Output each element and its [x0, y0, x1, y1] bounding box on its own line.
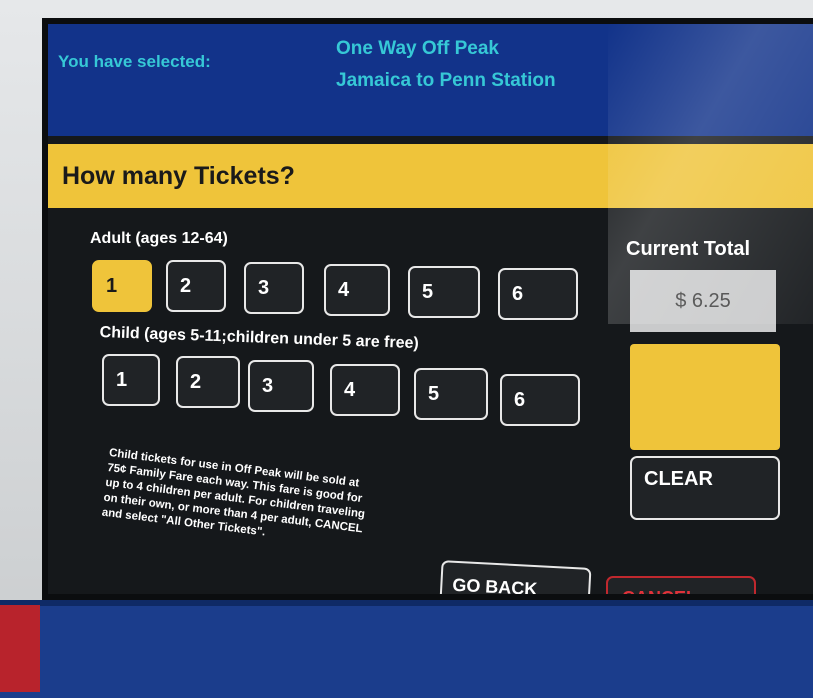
cancel-button[interactable]: CANCEL	[606, 576, 756, 594]
go-back-button[interactable]: GO BACK	[438, 560, 592, 594]
adult-qty-4-button[interactable]: 4	[324, 264, 390, 316]
route: Jamaica to Penn Station	[336, 70, 556, 91]
child-qty-5-button[interactable]: 5	[414, 368, 488, 420]
confirm-area[interactable]	[630, 344, 780, 450]
adult-qty-3-button[interactable]: 3	[244, 262, 304, 314]
kiosk-base-accent	[0, 605, 40, 692]
current-total-label: Current Total	[626, 238, 751, 260]
kiosk-base	[0, 600, 813, 698]
child-qty-2-button[interactable]: 2	[176, 356, 240, 408]
child-qty-3-button[interactable]: 3	[248, 360, 314, 412]
current-total-value: $ 6.25	[630, 270, 776, 332]
fare-type: One Way Off Peak	[336, 38, 499, 59]
child-label: Child (ages 5-11;children under 5 are fr…	[99, 324, 420, 353]
kiosk-screen: You have selected: One Way Off Peak Jama…	[42, 18, 813, 600]
selected-label: You have selected:	[58, 52, 211, 71]
question-bar: How many Tickets?	[48, 144, 813, 208]
child-qty-1-button[interactable]: 1	[102, 354, 160, 406]
adult-qty-6-button[interactable]: 6	[498, 268, 578, 320]
adult-qty-2-button[interactable]: 2	[166, 260, 226, 312]
question-title: How many Tickets?	[62, 162, 295, 190]
child-qty-6-button[interactable]: 6	[500, 374, 580, 426]
selection-header: You have selected: One Way Off Peak Jama…	[48, 24, 813, 136]
adult-qty-1-button[interactable]: 1	[92, 260, 152, 312]
adult-label: Adult (ages 12-64)	[90, 230, 228, 247]
adult-qty-5-button[interactable]: 5	[408, 266, 480, 318]
clear-button[interactable]: CLEAR	[630, 456, 780, 520]
child-qty-4-button[interactable]: 4	[330, 364, 400, 416]
child-fare-info: Child tickets for use in Off Peak will b…	[101, 446, 366, 539]
